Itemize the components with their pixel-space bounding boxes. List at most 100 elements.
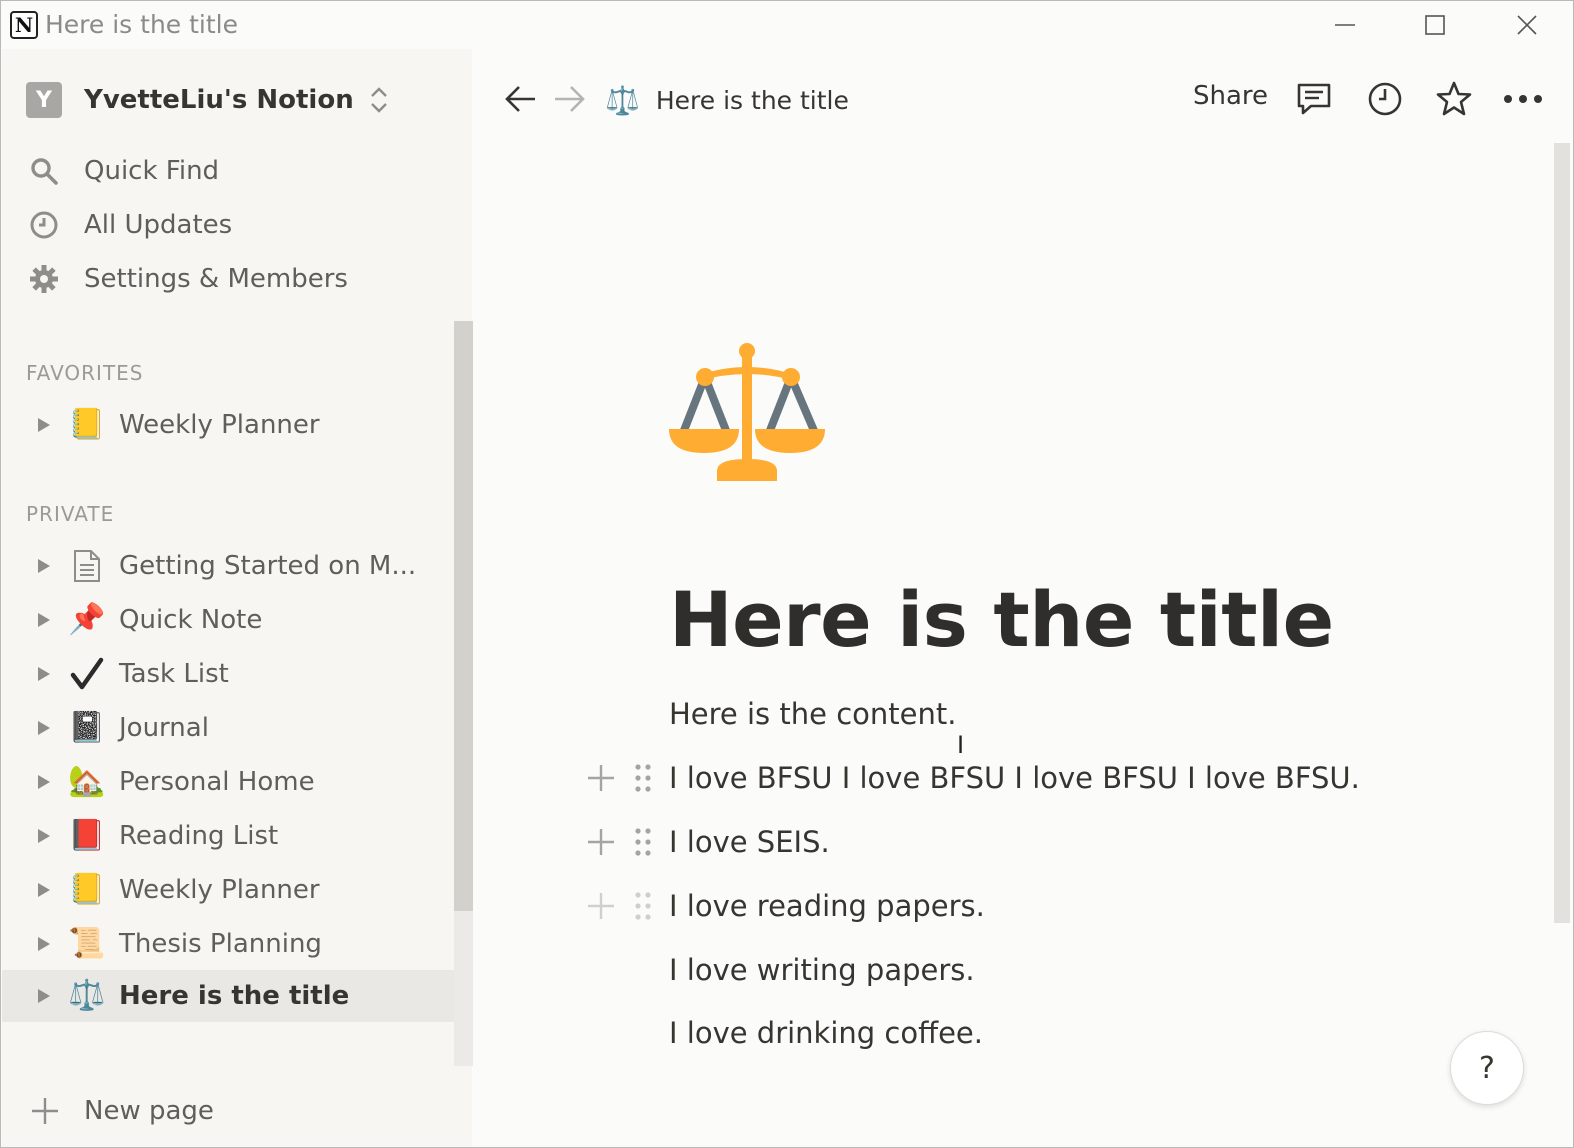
expand-caret-icon[interactable] (37, 774, 51, 790)
expand-caret-icon[interactable] (37, 666, 51, 682)
red-book-icon: 📕 (68, 818, 106, 853)
add-block-button[interactable] (586, 763, 616, 793)
new-page-button[interactable]: New page (30, 1089, 214, 1133)
text-block[interactable]: I love writing papers. (669, 953, 975, 987)
arrow-left-icon (505, 86, 535, 112)
chevron-updown-icon (370, 87, 387, 113)
workspace-avatar: Y (26, 82, 62, 118)
back-button[interactable] (503, 81, 539, 121)
sidebar-page-journal[interactable]: 📓 Journal (2, 702, 454, 754)
balance-scale-icon[interactable] (669, 341, 829, 486)
breadcrumb-title: Here is the title (655, 85, 849, 115)
expand-caret-icon[interactable] (37, 417, 51, 433)
text-block[interactable]: I love BFSU I love BFSU I love BFSU I lo… (669, 761, 1360, 795)
expand-caret-icon[interactable] (37, 720, 51, 736)
scroll-icon: 📜 (68, 926, 106, 961)
app-window: N Here is the title Y YvetteLiu's Notion… (0, 0, 1574, 1148)
checkmark-icon (69, 656, 105, 692)
clock-icon (26, 207, 62, 243)
window-title: Here is the title (45, 10, 239, 39)
settings-members-button[interactable]: Settings & Members (26, 257, 348, 301)
plus-icon (30, 1096, 60, 1126)
minimize-button[interactable] (1315, 5, 1375, 45)
quick-find-label: Quick Find (84, 156, 220, 186)
document-icon (69, 548, 105, 584)
expand-caret-icon[interactable] (37, 558, 51, 574)
sidebar-scrollbar-thumb[interactable] (454, 321, 473, 911)
page-title[interactable]: Here is the title (669, 575, 1334, 664)
sidebar-page-here-is-the-title[interactable]: ⚖️ Here is the title (2, 970, 454, 1022)
help-button[interactable]: ? (1450, 1031, 1524, 1105)
workspace-name: YvetteLiu's Notion (84, 85, 354, 115)
sidebar: Y YvetteLiu's Notion Quick Find All Upda… (2, 49, 473, 1147)
quick-find-button[interactable]: Quick Find (26, 149, 219, 193)
sidebar-page-label: Personal Home (119, 767, 315, 797)
sidebar-page-label: Weekly Planner (119, 410, 320, 440)
updates-button[interactable] (1365, 79, 1405, 119)
new-page-label: New page (84, 1096, 214, 1126)
close-icon (1517, 15, 1537, 35)
notebook-icon: 📒 (68, 407, 106, 442)
notebook-icon: 📒 (68, 872, 106, 907)
sidebar-page-label: Here is the title (119, 981, 350, 1011)
sidebar-page-reading-list[interactable]: 📕 Reading List (2, 810, 454, 862)
more-horizontal-icon (1504, 95, 1542, 103)
minimize-icon (1335, 24, 1355, 26)
sidebar-page-label: Reading List (119, 821, 279, 851)
sidebar-page-weekly-planner[interactable]: 📒 Weekly Planner (2, 864, 454, 916)
main-scrollbar[interactable] (1554, 143, 1570, 923)
favorites-section-label: FAVORITES (26, 361, 144, 385)
title-bar: N Here is the title (1, 1, 1573, 49)
share-button[interactable]: Share (1193, 81, 1268, 111)
drag-handle-icon (635, 892, 651, 920)
all-updates-button[interactable]: All Updates (26, 203, 232, 247)
add-block-button[interactable] (586, 827, 616, 857)
sidebar-page-label: Weekly Planner (119, 875, 320, 905)
sidebar-page-weekly-planner-favorite[interactable]: 📒 Weekly Planner (2, 399, 454, 451)
text-block[interactable]: Here is the content. (669, 697, 956, 731)
text-block[interactable]: I love reading papers. (669, 889, 985, 923)
star-icon (1436, 81, 1472, 116)
drag-handle[interactable] (633, 891, 653, 921)
comments-button[interactable] (1294, 79, 1334, 119)
notebook-journal-icon: 📓 (68, 710, 106, 745)
sidebar-page-thesis-planning[interactable]: 📜 Thesis Planning (2, 918, 454, 970)
sidebar-page-label: Quick Note (119, 605, 263, 635)
sidebar-footer-divider (2, 1017, 454, 1018)
text-block[interactable]: I love SEIS. (669, 825, 830, 859)
comment-icon (1297, 83, 1331, 115)
sidebar-page-label: Thesis Planning (119, 929, 322, 959)
notion-logo-icon: N (10, 11, 38, 39)
favorite-button[interactable] (1434, 79, 1474, 119)
drag-handle[interactable] (633, 827, 653, 857)
workspace-switcher[interactable]: Y YvetteLiu's Notion (26, 81, 390, 119)
plus-icon (588, 829, 614, 855)
sidebar-page-getting-started[interactable]: Getting Started on M... (2, 540, 454, 592)
expand-caret-icon[interactable] (37, 882, 51, 898)
house-icon: 🏡 (68, 764, 106, 799)
pushpin-icon: 📌 (68, 602, 106, 637)
sidebar-page-task-list[interactable]: Task List (2, 648, 454, 700)
arrow-right-icon (555, 86, 585, 112)
expand-caret-icon[interactable] (37, 828, 51, 844)
forward-button[interactable] (551, 81, 587, 121)
plus-icon (588, 893, 614, 919)
private-section-label: PRIVATE (26, 502, 115, 526)
sidebar-page-label: Getting Started on M... (119, 551, 417, 581)
sidebar-page-label: Journal (119, 713, 209, 743)
expand-caret-icon[interactable] (37, 988, 51, 1004)
close-window-button[interactable] (1497, 5, 1557, 45)
more-options-button[interactable] (1503, 79, 1543, 119)
expand-caret-icon[interactable] (37, 936, 51, 952)
drag-handle[interactable] (633, 763, 653, 793)
plus-icon (588, 765, 614, 791)
sidebar-page-personal-home[interactable]: 🏡 Personal Home (2, 756, 454, 808)
search-icon (26, 153, 62, 189)
sidebar-page-quick-note[interactable]: 📌 Quick Note (2, 594, 454, 646)
expand-caret-icon[interactable] (37, 612, 51, 628)
text-block[interactable]: I love drinking coffee. (669, 1016, 983, 1050)
sidebar-page-label: Task List (119, 659, 229, 689)
add-block-button[interactable] (586, 891, 616, 921)
maximize-button[interactable] (1405, 5, 1465, 45)
breadcrumb[interactable]: ⚖️ Here is the title (605, 79, 849, 121)
